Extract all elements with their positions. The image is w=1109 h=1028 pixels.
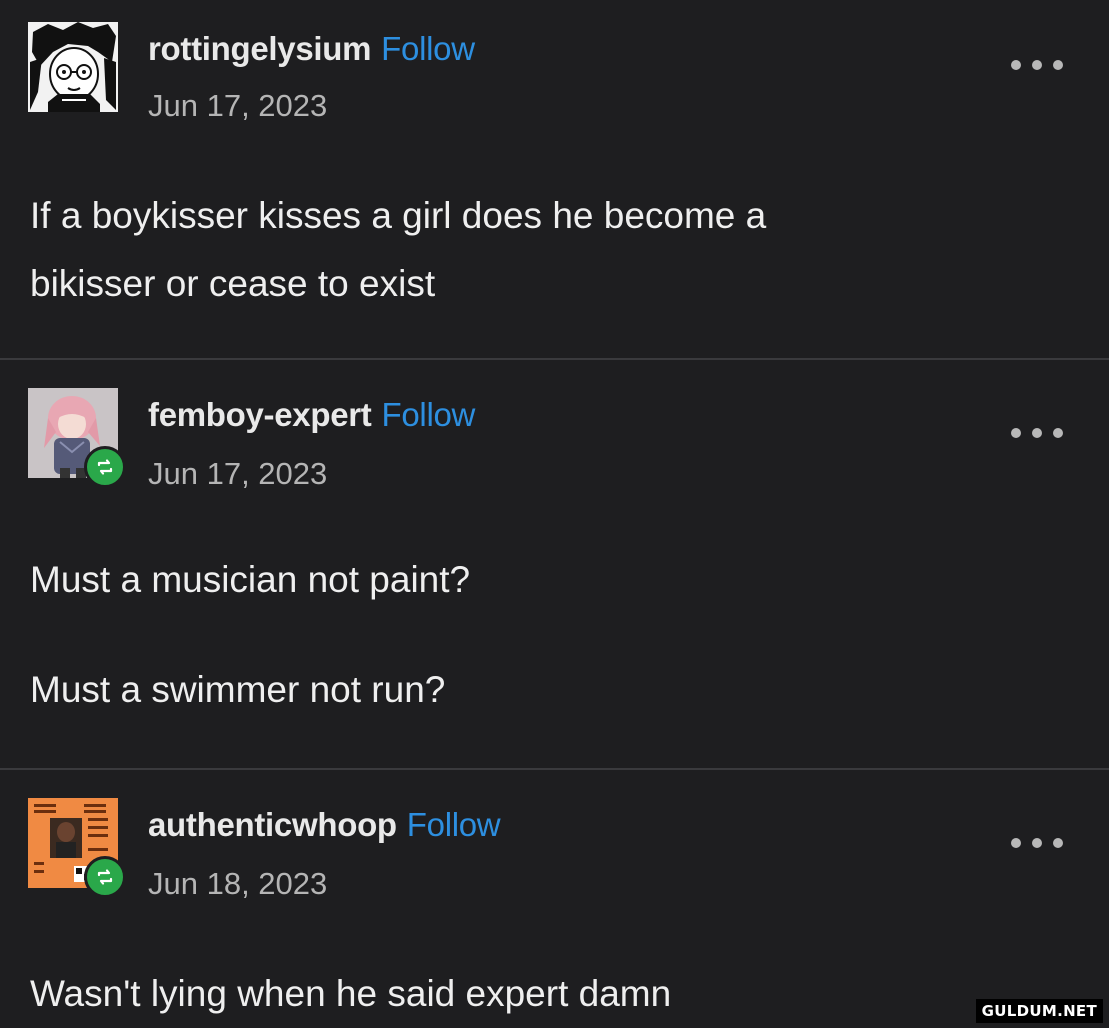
dot-icon [1053, 428, 1063, 438]
reblog-badge [84, 856, 126, 898]
username-text[interactable]: authenticwhoop [148, 806, 397, 843]
username-text[interactable]: rottingelysium [148, 30, 371, 67]
dot-icon [1011, 60, 1021, 70]
post-body: Wasn't lying when he said expert damn [30, 960, 671, 1028]
dot-icon [1032, 838, 1042, 848]
follow-button[interactable]: Follow [382, 396, 476, 433]
post-femboy-expert: femboy-expert Follow Jun 17, 2023 Must a … [0, 360, 1109, 768]
post-date: Jun 17, 2023 [148, 88, 328, 123]
post-rottingelysium: rottingelysium Follow Jun 17, 2023 If a b… [0, 0, 1109, 358]
dot-icon [1032, 428, 1042, 438]
manga-character-avatar-icon [28, 22, 118, 112]
post-body-line: Wasn't lying when he said expert damn [30, 973, 672, 1014]
dot-icon [1011, 838, 1021, 848]
avatar[interactable] [28, 22, 118, 112]
username-text[interactable]: femboy-expert [148, 396, 372, 433]
post-body-line: If a boykisser kisses a girl does he bec… [30, 195, 767, 236]
dot-icon [1053, 60, 1063, 70]
reblog-badge [84, 446, 126, 488]
post-body: If a boykisser kisses a girl does he bec… [30, 182, 766, 318]
dot-icon [1032, 60, 1042, 70]
username[interactable]: femboy-expert Follow [148, 396, 475, 434]
post-authenticwhoop: authenticwhoop Follow Jun 18, 2023 Wasn't… [0, 770, 1109, 1026]
post-date: Jun 17, 2023 [148, 456, 328, 491]
reblog-icon [97, 869, 113, 885]
avatar[interactable] [28, 388, 126, 488]
post-body-line: bikisser or cease to exist [30, 263, 436, 304]
reblog-icon [97, 459, 113, 475]
post-date: Jun 18, 2023 [148, 866, 328, 901]
more-options-icon[interactable] [1011, 836, 1063, 850]
more-options-icon[interactable] [1011, 426, 1063, 440]
follow-button[interactable]: Follow [381, 30, 475, 67]
username[interactable]: rottingelysium Follow [148, 30, 475, 68]
post-body-line: Must a musician not paint? [30, 559, 471, 600]
dot-icon [1011, 428, 1021, 438]
more-options-icon[interactable] [1011, 58, 1063, 72]
watermark: GULDUM.NET [975, 999, 1103, 1023]
post-body-line: Must a swimmer not run? [30, 669, 446, 710]
username[interactable]: authenticwhoop Follow [148, 806, 501, 844]
follow-button[interactable]: Follow [407, 806, 501, 843]
dot-icon [1053, 838, 1063, 848]
post-body: Must a musician not paint? Must a swimme… [30, 546, 470, 724]
avatar[interactable] [28, 798, 126, 898]
